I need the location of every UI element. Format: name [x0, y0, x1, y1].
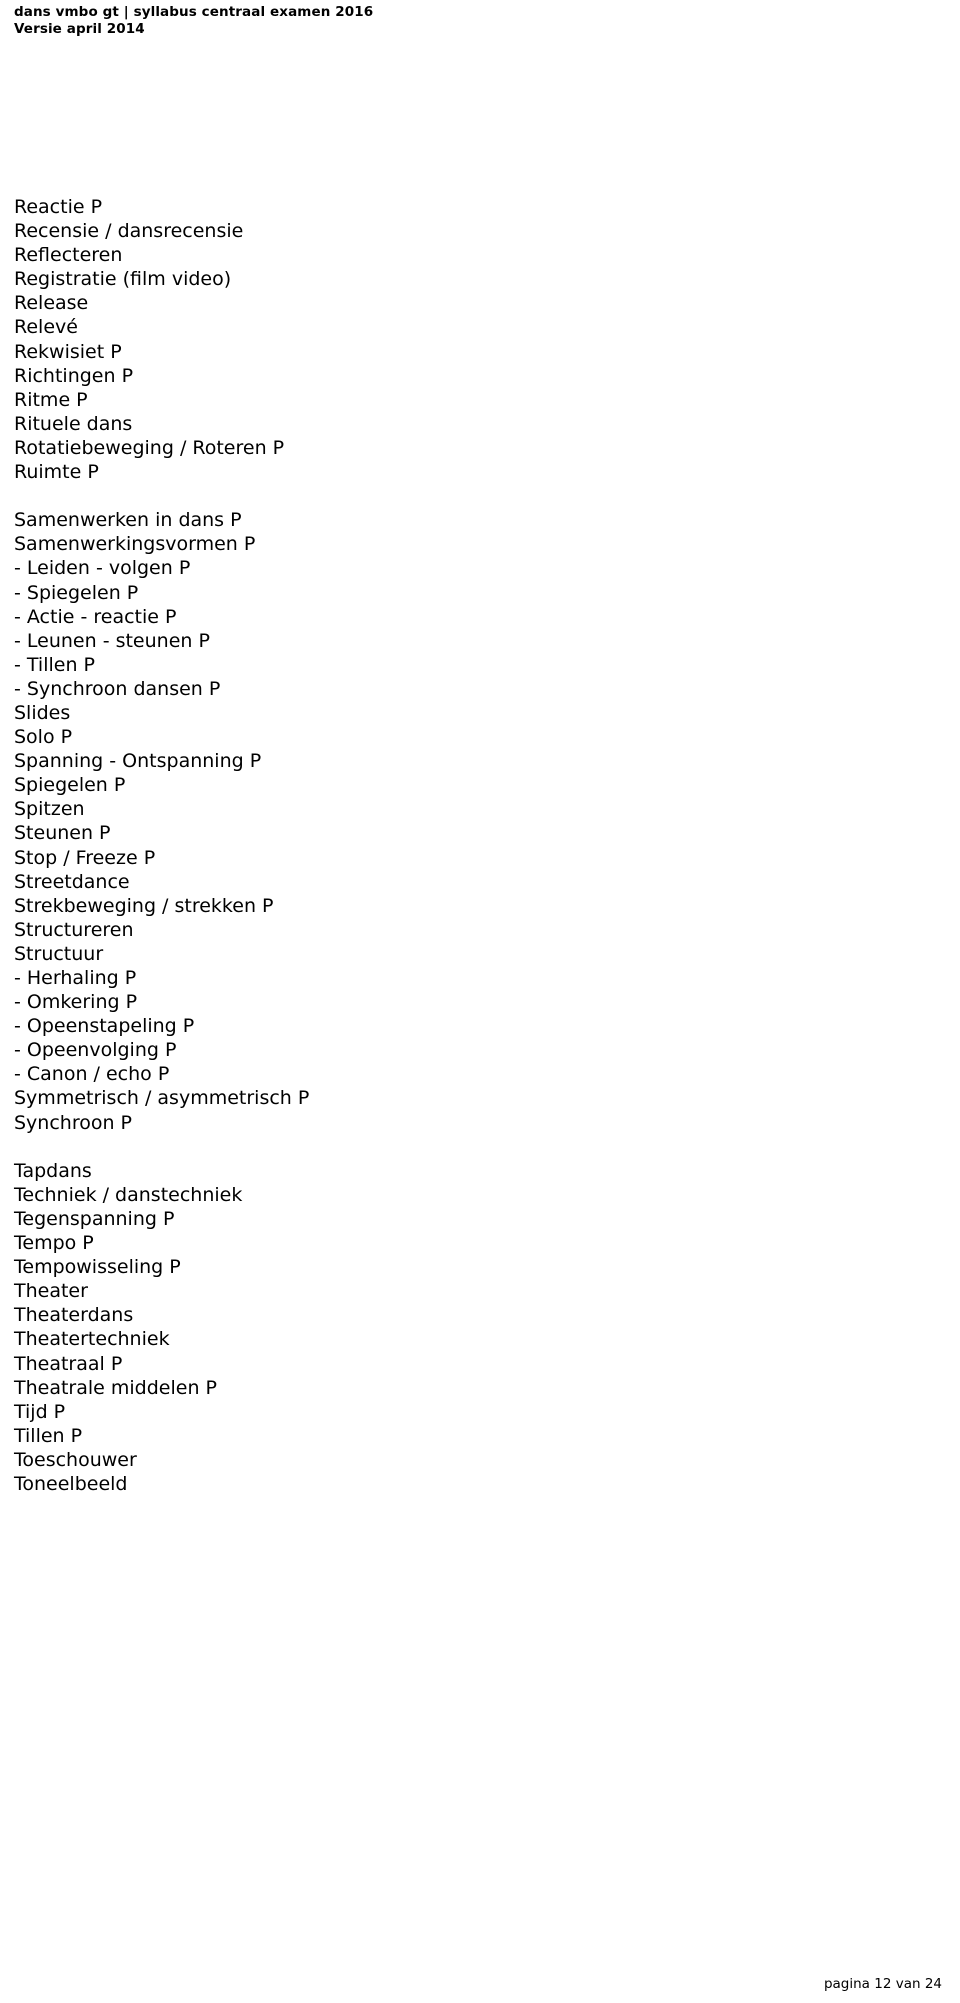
- glossary-term: Synchroon P: [14, 1111, 133, 1134]
- glossary-term: Richtingen P: [14, 364, 134, 387]
- glossary-term: - Opeenvolging P: [14, 1039, 177, 1062]
- glossary-term: Theater: [14, 1280, 88, 1303]
- glossary-term: - Actie - reactie P: [14, 605, 177, 628]
- glossary-term: Spiegelen P: [14, 774, 126, 797]
- glossary-term: Release: [14, 292, 89, 315]
- glossary-term: Registratie (film video): [14, 268, 232, 291]
- glossary-term: Samenwerkingsvormen P: [14, 533, 256, 556]
- glossary-term: Spitzen: [14, 798, 85, 821]
- glossary-term: Solo P: [14, 726, 73, 749]
- glossary-term: Ruimte P: [14, 461, 99, 484]
- glossary-term: Tegenspanning P: [14, 1207, 175, 1230]
- glossary-term: Structureren: [14, 918, 134, 941]
- glossary-term: - Omkering P: [14, 991, 138, 1014]
- glossary-term: Ritme P: [14, 388, 88, 411]
- glossary-term: Structuur: [14, 942, 104, 965]
- glossary-term: Rekwisiet P: [14, 340, 122, 363]
- glossary-term: - Spiegelen P: [14, 581, 139, 604]
- glossary-term: - Synchroon dansen P: [14, 677, 221, 700]
- glossary-term: Symmetrisch / asymmetrisch P: [14, 1087, 310, 1110]
- glossary-term: - Herhaling P: [14, 967, 137, 989]
- glossary-term: Recensie / dansrecensie: [14, 220, 244, 243]
- glossary-term: Toeschouwer: [14, 1448, 137, 1471]
- glossary-term: Tillen P: [14, 1424, 83, 1447]
- term-spacer: [14, 1135, 934, 1159]
- glossary-term: - Canon / echo P: [14, 1063, 170, 1086]
- glossary-term: Theaterdans: [14, 1304, 134, 1327]
- glossary-term: Relevé: [14, 316, 78, 339]
- glossary-term: - Leunen - steunen P: [14, 629, 210, 652]
- page-footer: pagina 12 van 24: [823, 1976, 942, 1992]
- glossary-term: - Leiden - volgen P: [14, 557, 191, 580]
- glossary-term: Tijd P: [14, 1400, 66, 1423]
- header-title-line: dans vmbo gt | syllabus centraal examen …: [14, 4, 374, 20]
- glossary-term: Reactie P: [14, 196, 103, 218]
- glossary-term: Reflecteren: [14, 244, 123, 267]
- glossary-term: Theatertechniek: [14, 1328, 170, 1351]
- glossary-term: Stop / Freeze P: [14, 846, 156, 869]
- glossary-term: Strekbeweging / strekken P: [14, 894, 274, 917]
- glossary-term: - Tillen P: [14, 653, 95, 676]
- glossary-term: Streetdance: [14, 870, 130, 893]
- glossary-term: Samenwerken in dans P: [14, 509, 242, 532]
- term-spacer: [14, 484, 934, 508]
- page-header: dans vmbo gt | syllabus centraal examen …: [14, 4, 714, 38]
- glossary-term: Slides: [14, 701, 71, 724]
- document-page: dans vmbo gt | syllabus centraal examen …: [0, 0, 960, 2003]
- glossary-term: Theatrale middelen P: [14, 1376, 217, 1399]
- glossary-term: Tempowisseling P: [14, 1256, 181, 1279]
- glossary-term: Rotatiebeweging / Roteren P: [14, 436, 285, 459]
- glossary-term: Toneelbeeld: [14, 1472, 128, 1495]
- glossary-term: Tapdans: [14, 1159, 92, 1182]
- glossary-term: Techniek / danstechniek: [14, 1183, 243, 1206]
- glossary-term: Tempo P: [14, 1232, 94, 1255]
- glossary-term: Spanning - Ontspanning P: [14, 750, 262, 773]
- glossary-term: - Opeenstapeling P: [14, 1015, 195, 1038]
- glossary-term-list: Reactie P Recensie / dansrecensie Reflecte…: [14, 195, 934, 1496]
- glossary-term: Rituele dans: [14, 412, 133, 435]
- glossary-term: Theatraal P: [14, 1352, 123, 1375]
- header-version-line: Versie april 2014: [14, 21, 145, 37]
- glossary-term: Steunen P: [14, 822, 111, 845]
